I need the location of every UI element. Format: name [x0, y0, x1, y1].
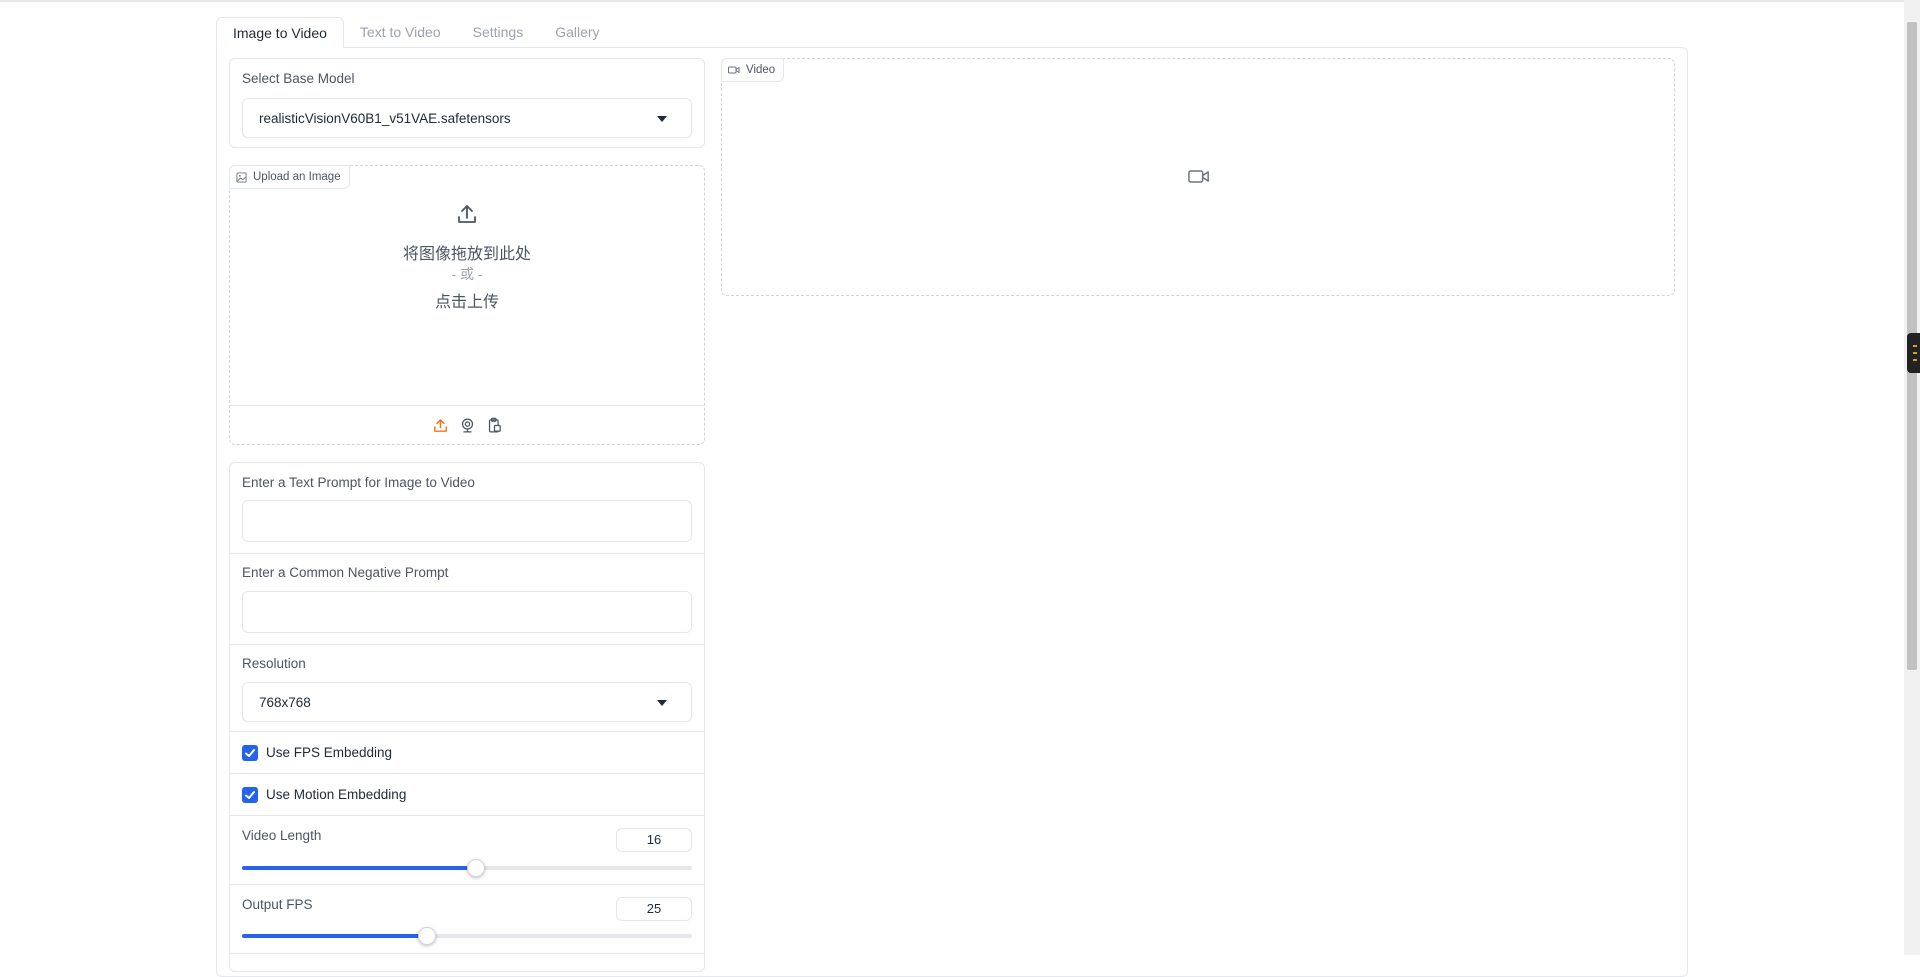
prompt-textarea[interactable]	[242, 500, 692, 542]
fps-embedding-checkbox[interactable]	[242, 745, 258, 761]
base-model-label: Select Base Model	[242, 71, 355, 86]
video-camera-icon	[728, 66, 740, 74]
video-chip-label: Video	[746, 64, 776, 76]
chevron-down-icon	[657, 116, 667, 122]
row-divider	[230, 773, 704, 774]
fps-embedding-label[interactable]: Use FPS Embedding	[266, 745, 392, 760]
upload-chip: Upload an Image	[229, 165, 350, 189]
row-divider	[230, 553, 704, 554]
upload-chip-label: Upload an Image	[253, 171, 341, 183]
vertical-scrollbar[interactable]	[1904, 0, 1920, 955]
row-divider	[230, 953, 704, 954]
video-length-input[interactable]: 16	[616, 828, 692, 852]
slider-handle[interactable]	[467, 859, 485, 877]
webcam-icon[interactable]	[459, 417, 476, 434]
upload-icon[interactable]	[432, 417, 449, 434]
row-divider	[230, 644, 704, 645]
tab-gallery[interactable]: Gallery	[539, 17, 615, 48]
image-icon	[236, 171, 247, 183]
click-upload-text: 点击上传	[434, 294, 499, 311]
checkmark-icon	[245, 749, 255, 757]
upload-divider	[230, 405, 704, 406]
row-divider	[230, 731, 704, 732]
slider-fill	[242, 866, 476, 870]
motion-embedding-checkbox[interactable]	[242, 787, 258, 803]
settings-form-block: Enter a Text Prompt for Image to Video E…	[229, 462, 705, 972]
resolution-dropdown[interactable]: 768x768	[242, 682, 692, 722]
video-length-label: Video Length	[242, 828, 322, 843]
base-model-dropdown[interactable]: realisticVisionV60B1_v51VAE.safetensors	[242, 98, 692, 138]
negative-prompt-label: Enter a Common Negative Prompt	[242, 565, 449, 580]
image-dropzone[interactable]: 将图像拖放到此处 - 或 - 点击上传	[230, 190, 704, 370]
output-fps-slider[interactable]	[242, 927, 692, 945]
drop-text: 将图像拖放到此处	[402, 246, 531, 263]
base-model-value: realisticVisionV60B1_v51VAE.safetensors	[259, 111, 511, 126]
output-fps-input[interactable]: 25	[616, 897, 692, 921]
base-model-block: Select Base Model realisticVisionV60B1_v…	[229, 58, 705, 148]
video-camera-icon	[1188, 170, 1209, 183]
clipboard-icon[interactable]	[486, 417, 503, 434]
image-upload-block: Upload an Image 将图像拖放到此处 - 或 - 点击上传	[229, 165, 705, 445]
output-fps-label: Output FPS	[242, 897, 313, 912]
slider-handle[interactable]	[417, 927, 436, 945]
row-divider	[230, 815, 704, 816]
or-text: - 或 -	[451, 266, 483, 282]
tab-bar: Image to Video Text to Video Settings Ga…	[216, 17, 616, 48]
resolution-value: 768x768	[259, 695, 311, 710]
tab-text-to-video[interactable]: Text to Video	[344, 17, 457, 48]
motion-embedding-label[interactable]: Use Motion Embedding	[266, 787, 406, 802]
top-border	[0, 0, 1904, 2]
tab-image-to-video[interactable]: Image to Video	[216, 17, 344, 48]
row-divider	[230, 884, 704, 885]
negative-prompt-textarea[interactable]	[242, 591, 692, 633]
video-length-slider[interactable]	[242, 859, 692, 877]
slider-fill	[242, 934, 427, 938]
tab-settings[interactable]: Settings	[457, 17, 540, 48]
resolution-label: Resolution	[242, 656, 306, 671]
upload-arrow-icon	[458, 205, 476, 223]
side-panel-handle[interactable]	[1907, 333, 1920, 373]
prompt-label: Enter a Text Prompt for Image to Video	[242, 475, 475, 490]
checkmark-icon	[245, 791, 255, 799]
chevron-down-icon	[657, 700, 667, 706]
video-output-block: Video	[721, 58, 1675, 296]
video-chip: Video	[721, 58, 785, 82]
